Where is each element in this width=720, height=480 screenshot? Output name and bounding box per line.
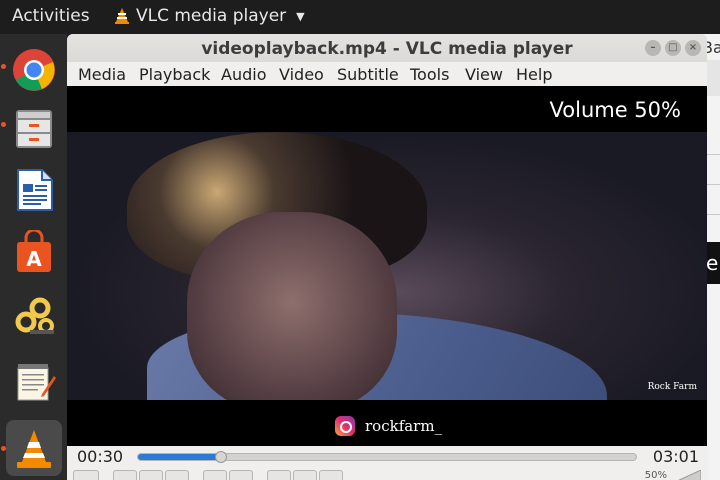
control-row: 50% <box>67 468 707 480</box>
dock-item-network[interactable] <box>6 288 62 344</box>
play-pause-button[interactable] <box>73 470 99 480</box>
channel-watermark: Rock Farm <box>647 382 697 392</box>
loop-button[interactable] <box>293 470 317 480</box>
social-caption: rockfarm_ <box>335 416 442 436</box>
vlc-cone-icon <box>115 8 129 24</box>
video-subject-face <box>187 212 397 400</box>
svg-text:A: A <box>26 247 42 271</box>
current-time: 00:30 <box>77 447 124 466</box>
social-handle: rockfarm_ <box>365 417 443 435</box>
running-indicator <box>1 122 6 127</box>
dock-item-chrome[interactable] <box>6 42 62 98</box>
dock-item-software[interactable]: A <box>6 224 62 280</box>
menu-media[interactable]: Media <box>78 65 126 84</box>
video-area[interactable]: Volume 50% Rock Farm rockfarm_ <box>67 86 707 446</box>
chevron-down-icon: ▼ <box>296 9 305 23</box>
seek-progress <box>138 454 221 460</box>
dock-item-files[interactable] <box>6 100 62 156</box>
volume-osd: Volume 50% <box>549 98 681 122</box>
activities-button[interactable]: Activities <box>12 6 90 26</box>
video-frame: Rock Farm <box>67 132 707 400</box>
app-menu[interactable]: VLC media player ▼ <box>114 6 305 26</box>
menu-playback[interactable]: Playback <box>139 65 210 84</box>
top-bar: Activities VLC media player ▼ <box>0 0 720 34</box>
volume-level: 50% <box>644 470 667 480</box>
previous-button[interactable] <box>113 470 137 480</box>
running-indicator <box>1 64 6 69</box>
seek-row: 00:30 03:01 <box>67 446 707 468</box>
volume-slider[interactable] <box>675 470 701 480</box>
extended-settings-button[interactable] <box>229 470 253 480</box>
close-button[interactable]: × <box>685 40 701 56</box>
playlist-button[interactable] <box>267 470 291 480</box>
writer-document-icon <box>17 169 53 211</box>
menu-tools[interactable]: Tools <box>410 65 449 84</box>
running-indicator <box>1 446 6 451</box>
minimize-button[interactable]: – <box>645 40 661 56</box>
app-menu-label: VLC media player <box>136 6 287 26</box>
fullscreen-button[interactable] <box>203 470 227 480</box>
total-time: 03:01 <box>652 447 699 466</box>
menu-subtitle[interactable]: Subtitle <box>337 65 399 84</box>
dock: A <box>0 34 67 480</box>
shuffle-button[interactable] <box>319 470 343 480</box>
seek-slider[interactable] <box>137 451 637 463</box>
seek-handle[interactable] <box>214 451 227 463</box>
file-cabinet-icon <box>16 110 52 148</box>
text-editor-icon <box>17 364 56 401</box>
instagram-icon <box>335 416 355 436</box>
vlc-window: videoplayback.mp4 - VLC media player – □… <box>67 34 707 480</box>
network-gears-icon <box>15 297 54 334</box>
dock-item-vlc[interactable] <box>6 420 62 476</box>
software-center-icon: A <box>17 230 51 272</box>
menu-bar: Media Playback Audio Video Subtitle Tool… <box>67 62 707 86</box>
menu-video[interactable]: Video <box>279 65 324 84</box>
stop-button[interactable] <box>139 470 163 480</box>
dock-item-writer[interactable] <box>6 162 62 218</box>
maximize-button[interactable]: □ <box>665 40 681 56</box>
vlc-cone-icon <box>17 430 51 468</box>
chrome-icon <box>13 49 55 91</box>
menu-view[interactable]: View <box>465 65 503 84</box>
dock-item-text-editor[interactable] <box>6 354 62 410</box>
window-controls: – □ × <box>645 40 701 56</box>
window-titlebar[interactable]: videoplayback.mp4 - VLC media player – □… <box>67 34 707 62</box>
window-title: videoplayback.mp4 - VLC media player <box>201 39 573 59</box>
menu-audio[interactable]: Audio <box>221 65 266 84</box>
menu-help[interactable]: Help <box>516 65 552 84</box>
next-button[interactable] <box>165 470 189 480</box>
